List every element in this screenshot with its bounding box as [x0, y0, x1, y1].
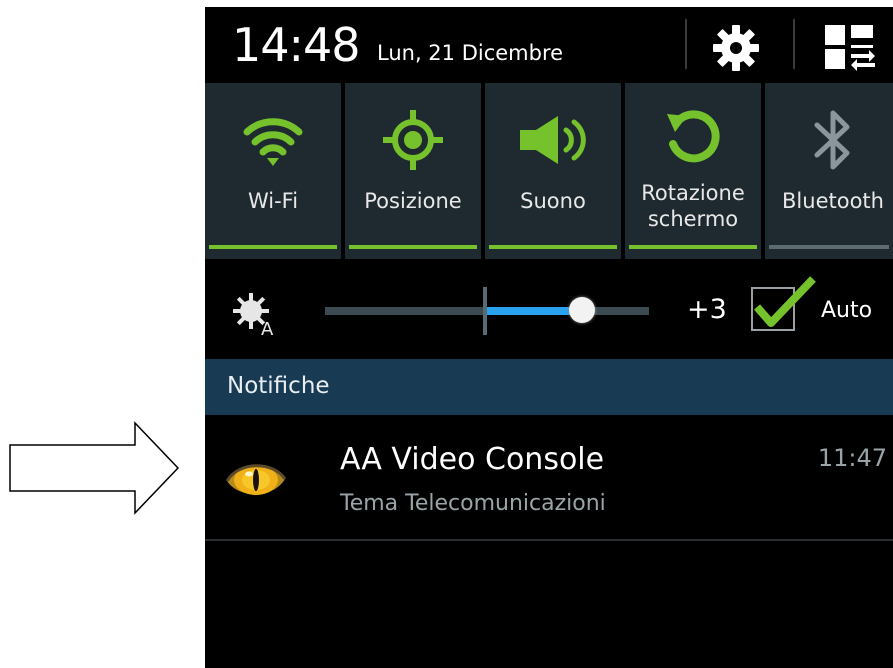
toggle-label: Bluetooth [782, 189, 884, 213]
gear-icon[interactable] [711, 23, 761, 73]
toggle-indicator [629, 245, 757, 249]
notification-title: AA Video Console [340, 442, 605, 477]
bluetooth-icon [814, 110, 850, 170]
toggle-label-line2: schermo [647, 207, 739, 231]
toggle-label: Wi-Fi [247, 189, 299, 213]
svg-text:A: A [261, 319, 274, 337]
toggle-label: Rotazione schermo [625, 180, 761, 232]
status-header: 14:48 Lun, 21 Dicembre [205, 7, 893, 85]
toggle-location[interactable]: Posizione [345, 83, 481, 259]
divider [685, 19, 687, 69]
callout-arrow [9, 421, 180, 515]
brightness-track [325, 307, 485, 315]
auto-checkbox[interactable] [751, 287, 795, 331]
notification-time: 11:47 [817, 444, 887, 472]
toggle-label: Posizione [364, 189, 462, 213]
notifications-header: Notifiche [205, 359, 893, 415]
toggle-indicator [209, 245, 337, 249]
notification-panel: 14:48 Lun, 21 Dicembre Wi-Fi Posizione S… [205, 7, 893, 668]
toggle-indicator [769, 245, 889, 249]
quick-toggles: Wi-Fi Posizione Suono Rotazione schermo … [205, 83, 893, 261]
location-icon [383, 110, 443, 170]
brightness-value: +3 [687, 294, 727, 325]
rotation-icon [667, 110, 720, 163]
notification-subtitle: Tema Telecomunicazioni [340, 491, 606, 516]
auto-label: Auto [821, 298, 873, 323]
toggle-label: Suono [520, 189, 586, 213]
toggle-indicator [349, 245, 477, 249]
brightness-row: A +3 Auto [205, 261, 893, 359]
brightness-default-mark [483, 287, 487, 335]
toggle-indicator [489, 245, 617, 249]
divider [205, 539, 893, 541]
toggle-label-line1: Rotazione [641, 181, 745, 205]
date: Lun, 21 Dicembre [377, 41, 564, 65]
notification-item[interactable]: AA Video Console Tema Telecomunicazioni … [205, 415, 893, 539]
clock: 14:48 [232, 18, 361, 72]
divider [793, 19, 795, 69]
brightness-auto-icon: A [233, 293, 274, 337]
toggle-wifi[interactable]: Wi-Fi [205, 83, 341, 259]
toggle-sound[interactable]: Suono [485, 83, 621, 259]
grid-switch-icon[interactable] [821, 21, 877, 73]
notifications-title: Notifiche [227, 373, 330, 399]
wifi-icon [243, 118, 303, 166]
speaker-icon [520, 116, 586, 164]
brightness-slider-thumb[interactable] [569, 297, 595, 323]
toggle-rotation[interactable]: Rotazione schermo [625, 83, 761, 259]
toggle-bluetooth[interactable]: Bluetooth [765, 83, 893, 259]
eye-app-icon [225, 464, 287, 495]
